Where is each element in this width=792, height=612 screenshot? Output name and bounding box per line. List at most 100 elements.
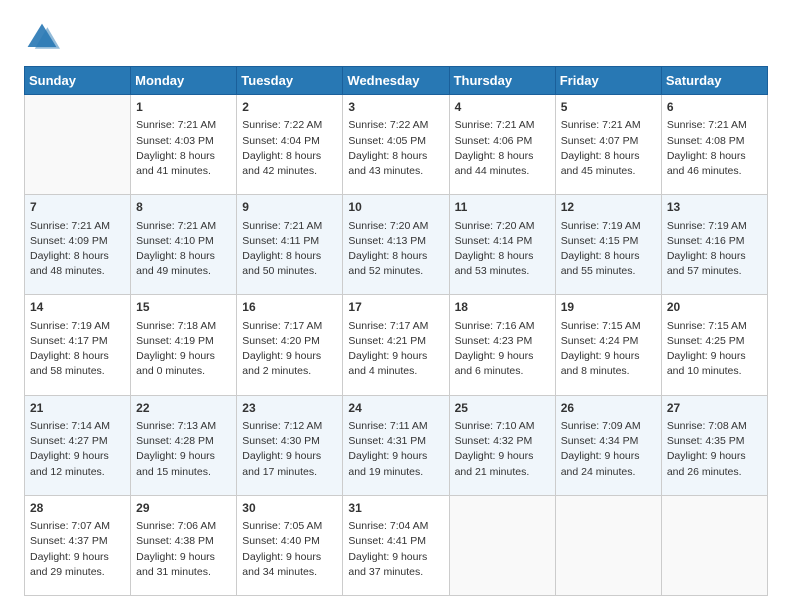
- day-info-line: Daylight: 9 hours: [667, 449, 762, 464]
- day-info-line: Daylight: 8 hours: [136, 249, 231, 264]
- day-number: 11: [455, 199, 550, 216]
- day-info-line: and 12 minutes.: [30, 465, 125, 480]
- day-info-line: Sunrise: 7:19 AM: [561, 219, 656, 234]
- day-info-line: Daylight: 8 hours: [561, 249, 656, 264]
- day-info-line: and 55 minutes.: [561, 264, 656, 279]
- day-info-line: Sunrise: 7:06 AM: [136, 519, 231, 534]
- day-info-line: Sunrise: 7:04 AM: [348, 519, 443, 534]
- day-number: 12: [561, 199, 656, 216]
- day-info-line: Sunset: 4:20 PM: [242, 334, 337, 349]
- day-number: 17: [348, 299, 443, 316]
- day-info-line: and 17 minutes.: [242, 465, 337, 480]
- day-number: 5: [561, 99, 656, 116]
- day-info-line: Daylight: 9 hours: [136, 550, 231, 565]
- calendar-cell: 6Sunrise: 7:21 AMSunset: 4:08 PMDaylight…: [661, 95, 767, 195]
- day-info-line: Sunset: 4:10 PM: [136, 234, 231, 249]
- day-info-line: Sunrise: 7:15 AM: [561, 319, 656, 334]
- day-number: 19: [561, 299, 656, 316]
- logo-icon: [24, 20, 60, 56]
- week-row-2: 7Sunrise: 7:21 AMSunset: 4:09 PMDaylight…: [25, 195, 768, 295]
- day-info-line: and 6 minutes.: [455, 364, 550, 379]
- day-info-line: Sunrise: 7:21 AM: [242, 219, 337, 234]
- day-info-line: and 46 minutes.: [667, 164, 762, 179]
- day-info-line: Sunrise: 7:08 AM: [667, 419, 762, 434]
- day-info-line: Sunset: 4:35 PM: [667, 434, 762, 449]
- day-number: 10: [348, 199, 443, 216]
- day-info-line: and 49 minutes.: [136, 264, 231, 279]
- day-info-line: Sunset: 4:19 PM: [136, 334, 231, 349]
- day-info-line: and 2 minutes.: [242, 364, 337, 379]
- calendar-cell: 29Sunrise: 7:06 AMSunset: 4:38 PMDayligh…: [131, 495, 237, 595]
- header: [24, 20, 768, 56]
- day-info-line: and 53 minutes.: [455, 264, 550, 279]
- calendar-cell: 26Sunrise: 7:09 AMSunset: 4:34 PMDayligh…: [555, 395, 661, 495]
- week-row-1: 1Sunrise: 7:21 AMSunset: 4:03 PMDaylight…: [25, 95, 768, 195]
- day-number: 13: [667, 199, 762, 216]
- day-info-line: Sunset: 4:27 PM: [30, 434, 125, 449]
- calendar: SundayMondayTuesdayWednesdayThursdayFrid…: [24, 66, 768, 596]
- calendar-cell: 3Sunrise: 7:22 AMSunset: 4:05 PMDaylight…: [343, 95, 449, 195]
- calendar-table: SundayMondayTuesdayWednesdayThursdayFrid…: [24, 66, 768, 596]
- day-info-line: Daylight: 8 hours: [30, 349, 125, 364]
- day-info-line: Daylight: 8 hours: [348, 149, 443, 164]
- day-number: 22: [136, 400, 231, 417]
- day-info-line: Daylight: 9 hours: [667, 349, 762, 364]
- day-info-line: Daylight: 9 hours: [455, 349, 550, 364]
- day-info-line: Sunrise: 7:10 AM: [455, 419, 550, 434]
- calendar-cell: 12 Sunrise: 7:19 AMSunset: 4:15 PMDayligh…: [555, 195, 661, 295]
- day-info-line: and 43 minutes.: [348, 164, 443, 179]
- header-row: SundayMondayTuesdayWednesdayThursdayFrid…: [25, 67, 768, 95]
- day-info-line: Daylight: 8 hours: [455, 249, 550, 264]
- day-number: 25: [455, 400, 550, 417]
- day-info-line: Sunrise: 7:21 AM: [136, 118, 231, 133]
- day-info-line: Daylight: 8 hours: [561, 149, 656, 164]
- day-info-line: Sunset: 4:04 PM: [242, 134, 337, 149]
- day-info-line: Daylight: 9 hours: [348, 449, 443, 464]
- calendar-cell: 23Sunrise: 7:12 AMSunset: 4:30 PMDayligh…: [237, 395, 343, 495]
- day-number: 18: [455, 299, 550, 316]
- day-info-line: and 19 minutes.: [348, 465, 443, 480]
- day-number: 30: [242, 500, 337, 517]
- header-saturday: Saturday: [661, 67, 767, 95]
- calendar-cell: 13Sunrise: 7:19 AMSunset: 4:16 PMDayligh…: [661, 195, 767, 295]
- header-monday: Monday: [131, 67, 237, 95]
- calendar-cell: 30Sunrise: 7:05 AMSunset: 4:40 PMDayligh…: [237, 495, 343, 595]
- day-info-line: and 21 minutes.: [455, 465, 550, 480]
- calendar-cell: 14Sunrise: 7:19 AMSunset: 4:17 PMDayligh…: [25, 295, 131, 395]
- calendar-cell: 31Sunrise: 7:04 AMSunset: 4:41 PMDayligh…: [343, 495, 449, 595]
- day-info-line: Sunset: 4:07 PM: [561, 134, 656, 149]
- day-info-line: Sunset: 4:32 PM: [455, 434, 550, 449]
- day-info-line: Sunset: 4:15 PM: [561, 234, 656, 249]
- header-thursday: Thursday: [449, 67, 555, 95]
- day-info-line: Daylight: 9 hours: [136, 449, 231, 464]
- day-info-line: Daylight: 9 hours: [348, 349, 443, 364]
- day-info-line: Sunrise: 7:22 AM: [348, 118, 443, 133]
- day-info-line: Sunset: 4:25 PM: [667, 334, 762, 349]
- day-info-line: Sunrise: 7:19 AM: [667, 219, 762, 234]
- day-info-line: Sunset: 4:14 PM: [455, 234, 550, 249]
- day-number: 28: [30, 500, 125, 517]
- day-info-line: Daylight: 8 hours: [30, 249, 125, 264]
- day-info-line: and 26 minutes.: [667, 465, 762, 480]
- day-info-line: Sunset: 4:40 PM: [242, 534, 337, 549]
- calendar-cell: 27Sunrise: 7:08 AMSunset: 4:35 PMDayligh…: [661, 395, 767, 495]
- calendar-cell: 25Sunrise: 7:10 AMSunset: 4:32 PMDayligh…: [449, 395, 555, 495]
- day-info-line: Sunrise: 7:17 AM: [242, 319, 337, 334]
- day-info-line: and 57 minutes.: [667, 264, 762, 279]
- calendar-cell: 7Sunrise: 7:21 AMSunset: 4:09 PMDaylight…: [25, 195, 131, 295]
- day-info-line: Sunset: 4:31 PM: [348, 434, 443, 449]
- day-info-line: Sunrise: 7:05 AM: [242, 519, 337, 534]
- day-number: 4: [455, 99, 550, 116]
- day-info-line: and 42 minutes.: [242, 164, 337, 179]
- day-number: 1: [136, 99, 231, 116]
- day-number: 20: [667, 299, 762, 316]
- day-number: 24: [348, 400, 443, 417]
- day-info-line: and 44 minutes.: [455, 164, 550, 179]
- day-info-line: Sunrise: 7:18 AM: [136, 319, 231, 334]
- day-info-line: Sunrise: 7:16 AM: [455, 319, 550, 334]
- calendar-cell: 19Sunrise: 7:15 AMSunset: 4:24 PMDayligh…: [555, 295, 661, 395]
- day-info-line: Daylight: 9 hours: [561, 349, 656, 364]
- calendar-cell: 21Sunrise: 7:14 AMSunset: 4:27 PMDayligh…: [25, 395, 131, 495]
- calendar-cell: [25, 95, 131, 195]
- day-info-line: and 52 minutes.: [348, 264, 443, 279]
